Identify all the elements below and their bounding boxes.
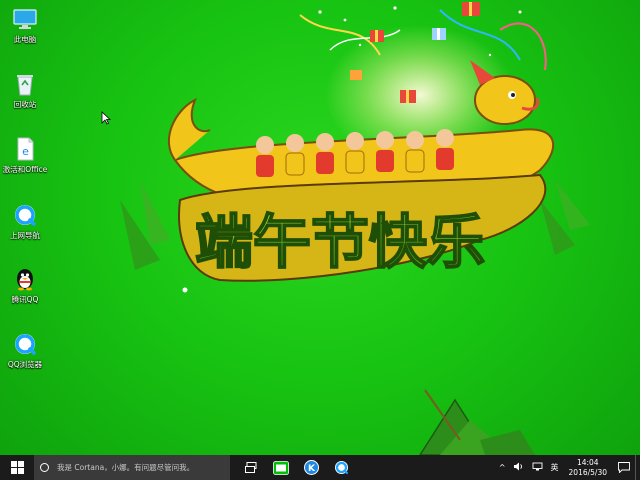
streamer-3 xyxy=(499,22,547,71)
svg-text:e: e xyxy=(22,145,29,158)
gift-box-2 xyxy=(462,2,480,16)
windows-logo-icon xyxy=(10,461,24,474)
network-icon[interactable] xyxy=(528,462,547,473)
taskbar-app-qq-browser[interactable] xyxy=(326,455,356,480)
bamboo-leaf-2 xyxy=(140,180,170,245)
gift-box-1 xyxy=(370,30,384,42)
desktop[interactable]: 端午节快乐 此电脑 回收站 e 激活和Office 上网导航 腾讯QQ QQ浏览… xyxy=(0,0,640,455)
desktop-icon-label: 激活和Office xyxy=(2,165,48,174)
desktop-icon-activate-office[interactable]: e 激活和Office xyxy=(0,130,50,175)
browser-icon xyxy=(12,202,38,228)
search-placeholder: 我是 Cortana，小娜。有问题尽管问我。 xyxy=(57,463,195,472)
desktop-icon-recycle-bin[interactable]: 回收站 xyxy=(0,65,50,110)
task-view-button[interactable] xyxy=(236,455,266,480)
desktop-icon-label: 上网导航 xyxy=(10,231,40,240)
notification-icon xyxy=(618,462,630,473)
volume-icon[interactable] xyxy=(510,462,528,473)
qq-penguin-icon xyxy=(12,266,38,292)
cortana-search-box[interactable]: 我是 Cortana，小娜。有问题尽管问我。 xyxy=(34,455,230,480)
clock-time: 14:04 xyxy=(576,457,599,467)
recycle-bin-icon xyxy=(12,71,38,97)
desktop-icon-label: 腾讯QQ xyxy=(11,295,39,304)
gift-box-5 xyxy=(350,70,362,80)
tray-overflow-chevron-icon[interactable]: ^ xyxy=(495,463,510,472)
qq-browser-icon xyxy=(12,331,38,357)
wallpaper-art: 端午节快乐 xyxy=(120,2,590,455)
zongzi-illustration xyxy=(419,389,535,455)
qq-browser-icon xyxy=(334,461,348,475)
bamboo-leaf-4 xyxy=(555,180,590,230)
wallpaper-title: 端午节快乐 xyxy=(195,208,485,276)
desktop-icon-label: 回收站 xyxy=(13,100,37,109)
gift-box-3 xyxy=(432,28,446,40)
k-app-icon: K xyxy=(303,460,319,475)
computer-icon xyxy=(12,6,38,32)
system-tray: ^ 英 14:04 2016/5/30 xyxy=(495,455,640,480)
desktop-icon-this-pc[interactable]: 此电脑 xyxy=(0,0,50,45)
action-center-button[interactable] xyxy=(613,455,635,480)
taskbar-app-iqiyi[interactable] xyxy=(266,455,296,480)
task-view-icon xyxy=(244,462,256,473)
dragon-tail xyxy=(168,97,211,161)
desktop-icon-tencent-qq[interactable]: 腾讯QQ xyxy=(0,260,50,305)
clock[interactable]: 14:04 2016/5/30 xyxy=(563,458,613,478)
show-desktop-button[interactable] xyxy=(635,455,640,480)
svg-text:K: K xyxy=(308,464,316,474)
gift-box-4 xyxy=(400,90,416,103)
start-button[interactable] xyxy=(0,455,34,480)
desktop-icon-label: 此电脑 xyxy=(13,35,37,44)
desktop-icon-qq-browser[interactable]: QQ浏览器 xyxy=(0,325,50,370)
cortana-icon xyxy=(40,463,49,472)
clock-date: 2016/5/30 xyxy=(568,467,607,477)
taskbar-app-k[interactable]: K xyxy=(296,455,326,480)
desktop-icon-label: QQ浏览器 xyxy=(7,360,43,369)
iqiyi-icon xyxy=(273,460,289,475)
taskbar: 我是 Cortana，小娜。有问题尽管问我。 K ^ 英 14:04 2016/… xyxy=(0,455,640,480)
mouse-cursor-icon xyxy=(101,111,111,125)
ime-indicator[interactable]: 英 xyxy=(547,462,563,473)
document-icon: e xyxy=(12,136,38,162)
desktop-icon-web-nav[interactable]: 上网导航 xyxy=(0,196,50,241)
